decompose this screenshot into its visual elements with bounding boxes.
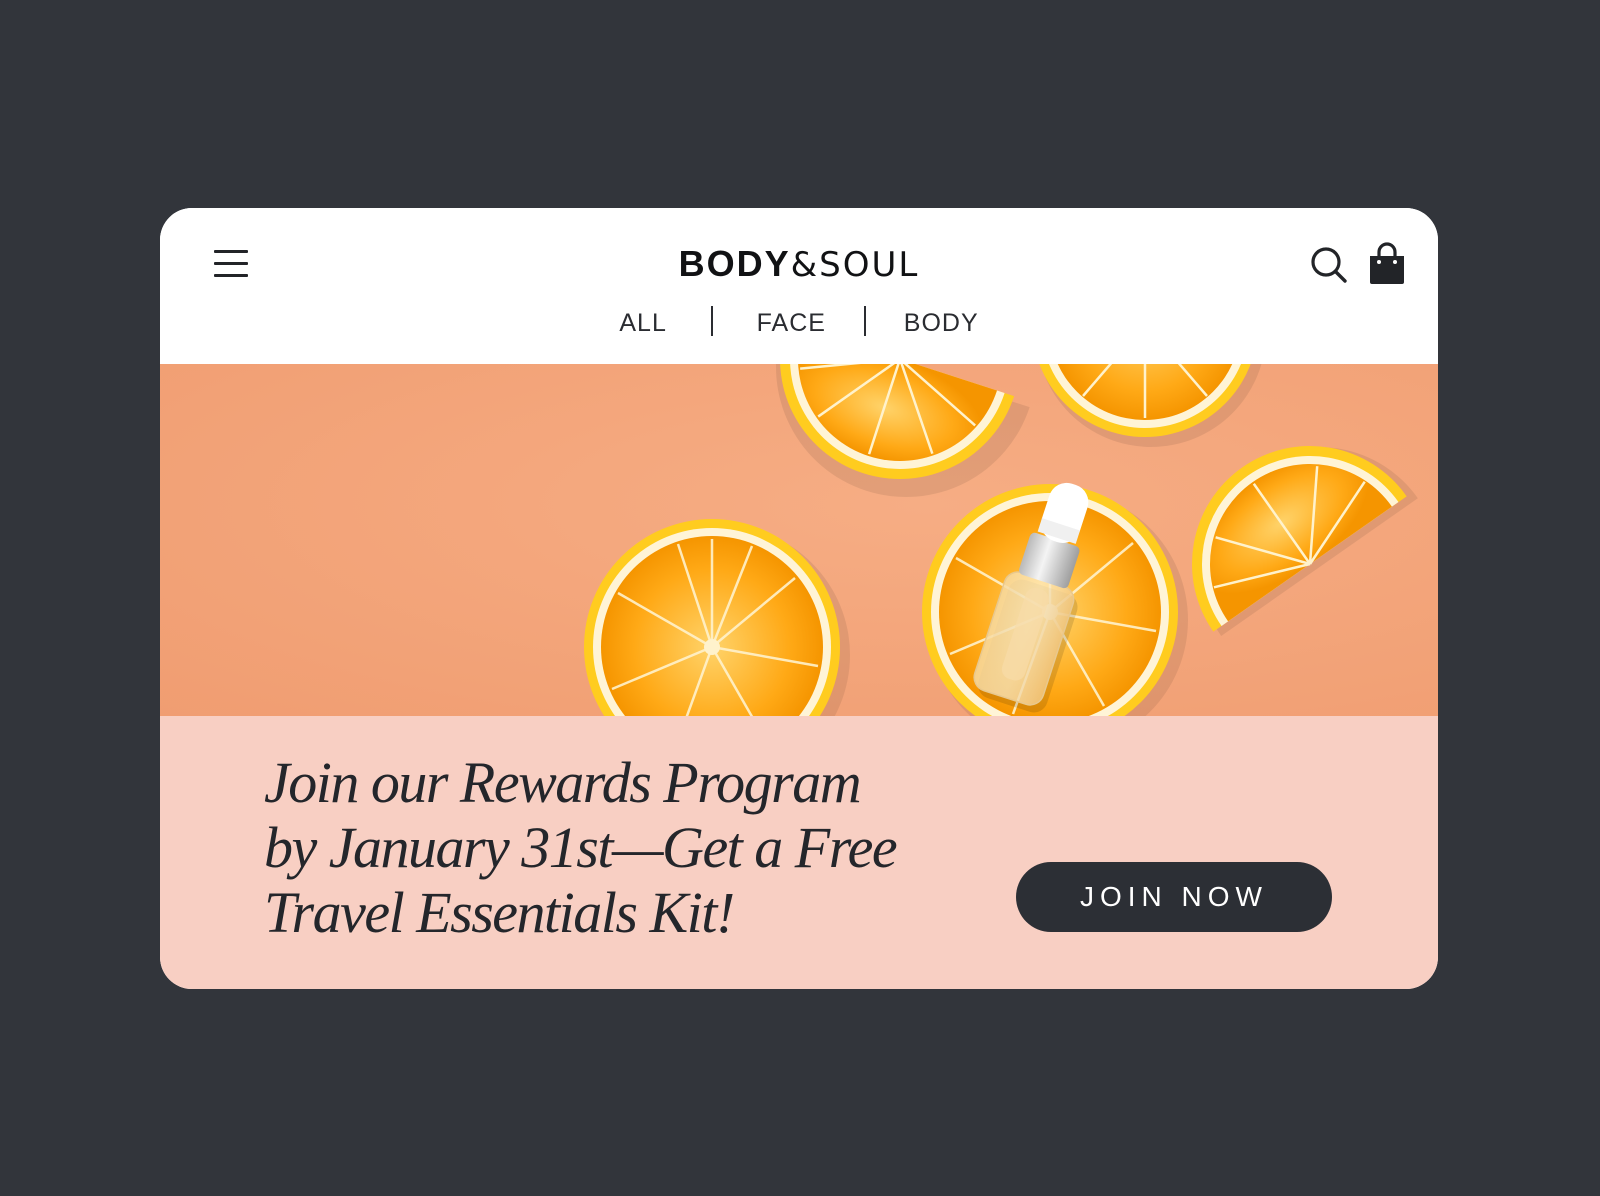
site-header: BODY&SOUL ALL FACE BODY — [160, 208, 1438, 364]
nav-divider — [863, 306, 866, 336]
promo-line: Travel Essentials Kit! — [264, 880, 735, 945]
search-icon[interactable] — [1310, 246, 1348, 284]
promo-card: BODY&SOUL ALL FACE BODY Join our Rewards… — [160, 208, 1438, 989]
rewards-promo: Join our Rewards Program by January 31st… — [160, 716, 1438, 989]
brand-logo[interactable]: BODY&SOUL — [160, 243, 1438, 286]
nav-divider — [710, 306, 713, 336]
nav-item-all[interactable]: ALL — [619, 308, 666, 338]
promo-line: by January 31st—Get a Free — [264, 815, 898, 880]
promo-headline: Join our Rewards Program by January 31st… — [264, 750, 904, 945]
join-now-button[interactable]: JOIN NOW — [1016, 862, 1332, 932]
nav-item-body[interactable]: BODY — [904, 308, 979, 338]
orange-serum-illustration — [160, 364, 1438, 716]
category-nav: ALL FACE BODY — [160, 306, 1438, 338]
logo-body: BODY — [678, 243, 791, 284]
nav-item-face[interactable]: FACE — [757, 308, 826, 338]
promo-line: Join our Rewards Program — [264, 750, 862, 815]
shopping-bag-icon[interactable] — [1368, 242, 1406, 284]
logo-soul: &SOUL — [790, 245, 920, 285]
hero-image — [160, 364, 1438, 716]
